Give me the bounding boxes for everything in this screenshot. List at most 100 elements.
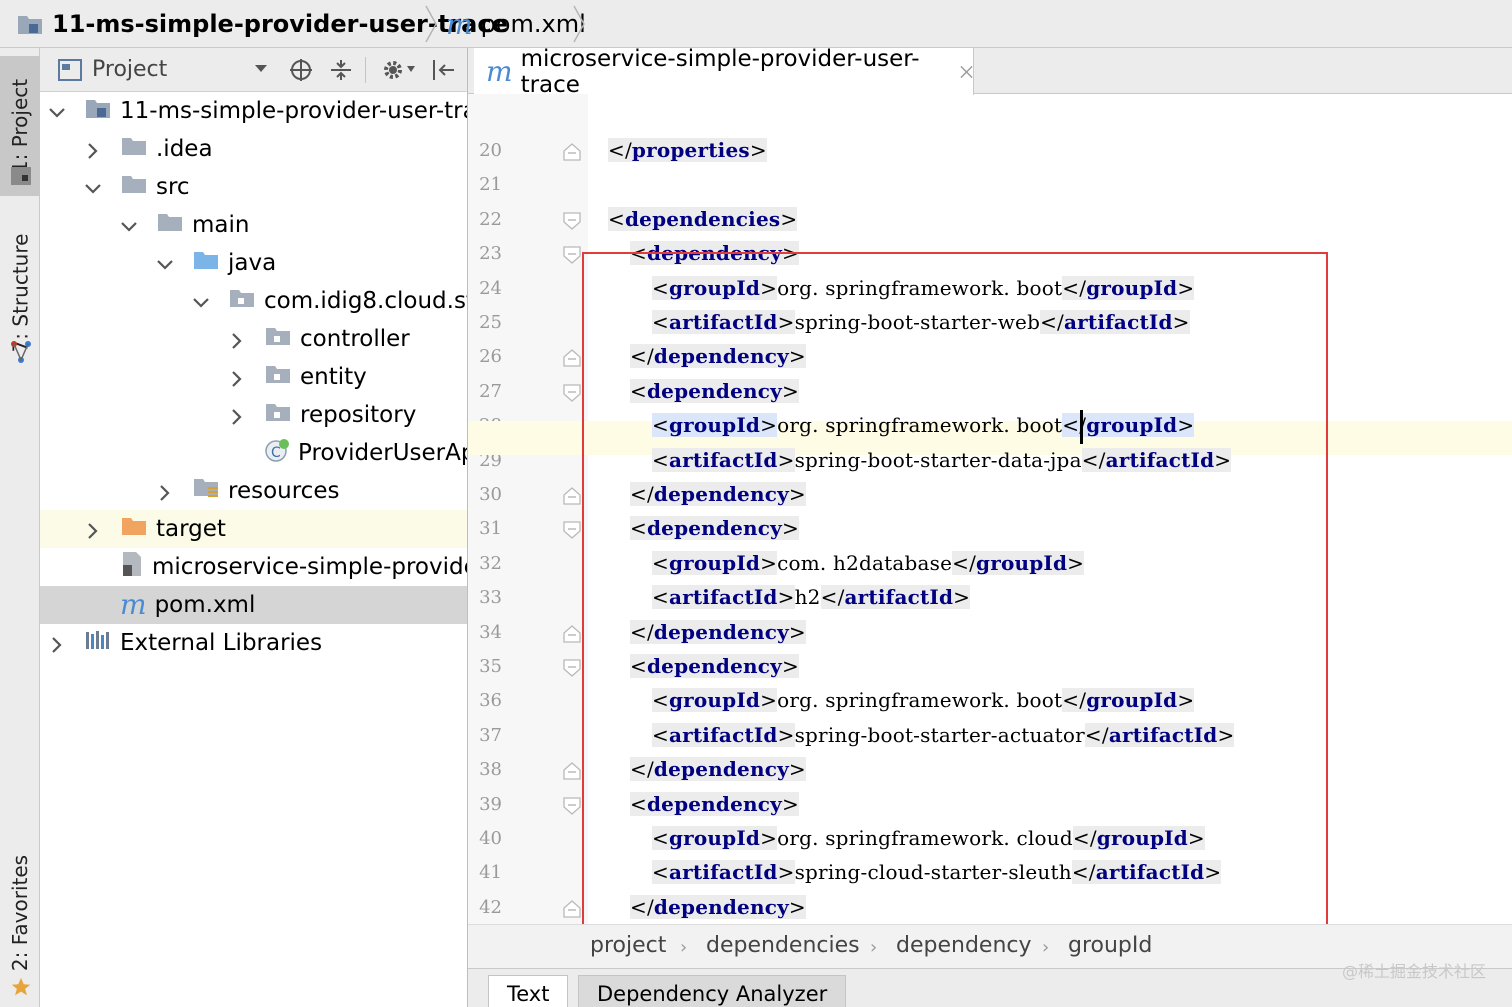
chevron-down-icon[interactable] bbox=[192, 292, 210, 310]
tree-item[interactable]: src bbox=[40, 168, 467, 206]
fold-close-icon[interactable] bbox=[562, 142, 582, 162]
excluded-folder-icon bbox=[120, 515, 148, 543]
fold-open-icon[interactable] bbox=[562, 658, 582, 678]
tree-item[interactable]: java bbox=[40, 244, 467, 282]
chevron-right-icon: › bbox=[1042, 937, 1050, 958]
maven-icon: m bbox=[446, 7, 473, 41]
chevron-right-icon[interactable] bbox=[228, 330, 246, 349]
tree-item[interactable]: .idea bbox=[40, 130, 467, 168]
chevron-down-icon[interactable] bbox=[120, 216, 138, 234]
text-tab[interactable]: Text bbox=[488, 975, 569, 1007]
chevron-down-icon[interactable] bbox=[48, 102, 66, 120]
fold-open-icon[interactable] bbox=[562, 383, 582, 403]
line-number: 38 bbox=[479, 759, 502, 781]
line-number: 35 bbox=[479, 656, 502, 677]
favorites-tool-tab-label: 2: Favorites bbox=[8, 854, 33, 972]
xml-breadcrumb-item[interactable]: project bbox=[590, 933, 666, 958]
dependency-analyzer-tab[interactable]: Dependency Analyzer bbox=[578, 975, 847, 1007]
watermark: @稀土掘金技术社区 bbox=[1341, 962, 1486, 981]
structure-icon bbox=[11, 341, 31, 363]
line-number: 27 bbox=[479, 380, 502, 402]
chevron-right-icon[interactable] bbox=[228, 406, 246, 425]
tree-item-label: External Libraries bbox=[120, 630, 323, 656]
package-icon bbox=[264, 363, 292, 391]
fold-open-icon[interactable] bbox=[562, 796, 582, 816]
line-number: 42 bbox=[479, 896, 502, 918]
resources-folder-icon bbox=[192, 476, 220, 506]
chevron-down-icon[interactable] bbox=[84, 178, 102, 196]
editor-tab-pom[interactable]: m microservice-simple-provider-user-trac… bbox=[474, 46, 974, 98]
chevron-right-icon[interactable] bbox=[84, 520, 102, 539]
tree-item[interactable]: controller bbox=[40, 320, 467, 358]
dropdown-arrow-icon[interactable] bbox=[254, 64, 268, 74]
annotation-box bbox=[582, 252, 1328, 924]
close-icon[interactable] bbox=[960, 65, 973, 79]
tree-item[interactable]: main bbox=[40, 206, 467, 244]
tree-item-label: com.idig8.cloud.stud bbox=[264, 288, 467, 314]
chevron-right-icon[interactable] bbox=[156, 482, 174, 501]
tree-item-label: target bbox=[156, 516, 226, 542]
tree-item[interactable]: entity bbox=[40, 358, 467, 396]
line-number: 39 bbox=[479, 793, 502, 815]
line-number: 40 bbox=[479, 828, 502, 849]
tree-item[interactable]: External Libraries bbox=[40, 624, 467, 662]
tree-item[interactable]: resources bbox=[40, 472, 467, 510]
svg-text:C: C bbox=[271, 445, 281, 461]
fold-open-icon[interactable] bbox=[562, 520, 582, 540]
navbar-file-crumb[interactable]: m pom.xml bbox=[446, 0, 586, 48]
favorites-tool-tab[interactable]: 2: Favorites bbox=[0, 848, 40, 978]
gear-icon[interactable] bbox=[380, 57, 406, 83]
fold-open-icon[interactable] bbox=[562, 211, 582, 231]
locate-file-icon[interactable] bbox=[288, 57, 314, 83]
package-icon bbox=[228, 287, 256, 315]
tree-item[interactable]: C ProviderUserApp bbox=[40, 434, 467, 472]
fold-close-icon[interactable] bbox=[562, 761, 582, 781]
tree-item-label: entity bbox=[300, 364, 367, 390]
line-number: 26 bbox=[479, 346, 502, 368]
fold-close-icon[interactable] bbox=[562, 899, 582, 919]
module-folder-icon bbox=[84, 96, 112, 126]
tree-item[interactable]: 11-ms-simple-provider-user-trace bbox=[40, 92, 467, 130]
fold-close-icon[interactable] bbox=[562, 486, 582, 506]
left-tool-strip: 1: Project 7: Structure 2: Favorites bbox=[0, 48, 40, 1007]
tree-item[interactable]: com.idig8.cloud.stud bbox=[40, 282, 467, 320]
hide-panel-icon[interactable] bbox=[430, 57, 456, 83]
folder-icon bbox=[120, 135, 148, 163]
chevron-down-icon[interactable] bbox=[156, 254, 174, 272]
navigation-bar: 11-ms-simple-provider-user-trace m pom.x… bbox=[0, 0, 1512, 48]
fold-open-icon[interactable] bbox=[562, 245, 582, 265]
chevron-right-icon: › bbox=[870, 937, 878, 958]
fold-close-icon[interactable] bbox=[562, 348, 582, 368]
xml-breadcrumb-item[interactable]: dependency bbox=[896, 933, 1032, 958]
chevron-separator-icon bbox=[425, 5, 437, 43]
navbar-project-label: 11-ms-simple-provider-user-trace bbox=[52, 10, 508, 38]
star-icon bbox=[11, 977, 31, 996]
tree-item-label: src bbox=[156, 174, 190, 200]
tree-item[interactable]: m pom.xml bbox=[40, 586, 467, 624]
tree-item-label: repository bbox=[300, 402, 417, 428]
collapse-all-icon[interactable] bbox=[328, 57, 354, 83]
chevron-right-icon[interactable] bbox=[228, 368, 246, 387]
line-number: 20 bbox=[479, 140, 502, 161]
tree-item-label: java bbox=[228, 250, 277, 276]
line-number: 30 bbox=[479, 484, 502, 505]
gear-dropdown-icon[interactable] bbox=[406, 65, 416, 73]
line-number: 37 bbox=[479, 724, 502, 746]
tree-item-label: controller bbox=[300, 326, 410, 352]
tree-item[interactable]: target bbox=[40, 510, 467, 548]
iml-file-icon bbox=[120, 551, 144, 583]
tree-item[interactable]: microservice-simple-provider-u bbox=[40, 548, 467, 586]
line-number: 24 bbox=[479, 277, 502, 299]
fold-close-icon[interactable] bbox=[562, 624, 582, 644]
project-panel-toolbar: Project bbox=[40, 48, 467, 92]
tree-item-label: ProviderUserApp bbox=[298, 440, 467, 466]
xml-breadcrumb-item[interactable]: groupId bbox=[1068, 933, 1152, 958]
chevron-separator-icon bbox=[573, 5, 585, 43]
chevron-right-icon[interactable] bbox=[48, 634, 66, 653]
chevron-right-icon[interactable] bbox=[84, 140, 102, 159]
code-area[interactable]: 2021222324252627282930313233343536373839… bbox=[468, 94, 1512, 924]
tree-item[interactable]: repository bbox=[40, 396, 467, 434]
xml-breadcrumb-item[interactable]: dependencies bbox=[706, 933, 860, 958]
